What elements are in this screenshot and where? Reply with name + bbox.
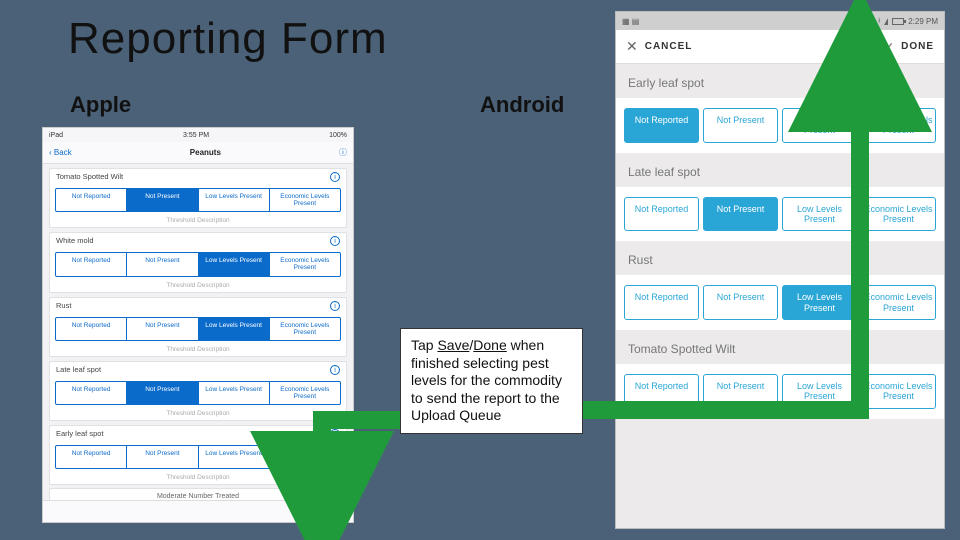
- level-option[interactable]: Low Levels Present: [199, 189, 270, 211]
- level-option[interactable]: Not Present: [127, 382, 198, 404]
- ios-status-time: 3:55 PM: [183, 132, 209, 139]
- level-chip[interactable]: Low Levels Present: [782, 108, 857, 143]
- threshold-label: Threshold Description: [50, 474, 346, 484]
- level-chip[interactable]: Low Levels Present: [782, 374, 857, 409]
- level-option[interactable]: Economic Levels Present: [270, 253, 340, 275]
- pest-group: White mold i Not ReportedNot PresentLow Le…: [49, 232, 347, 292]
- pest-name: Early leaf spot: [56, 429, 104, 439]
- done-button[interactable]: DONE: [901, 41, 934, 52]
- threshold-label: Threshold Description: [50, 346, 346, 356]
- pest-group: Early leaf spot i Not ReportedNot PresentL…: [49, 425, 347, 485]
- android-top-bar: ✕ CANCEL ✓ DONE: [616, 30, 944, 64]
- info-icon[interactable]: i: [330, 236, 340, 246]
- apple-screenshot: iPad 3:55 PM 100% ‹ Back Peanuts ⓘ Tomat…: [43, 128, 353, 522]
- ios-bottom-bar: Save: [43, 500, 353, 522]
- level-segmented-control[interactable]: Not ReportedNot PresentLow Levels Presen…: [55, 317, 341, 341]
- level-option[interactable]: Not Reported: [56, 446, 127, 468]
- save-button[interactable]: Save: [322, 507, 343, 517]
- battery-icon: [892, 18, 904, 25]
- level-option[interactable]: Low Levels Present: [199, 446, 270, 468]
- android-screenshot: ▦ ▤ ⟊ 2:29 PM ✕ CANCEL ✓ DONE Early leaf…: [616, 12, 944, 528]
- level-segmented-control[interactable]: Not ReportedNot PresentLow Levels Presen…: [55, 445, 341, 469]
- level-chip[interactable]: Not Present: [703, 197, 778, 232]
- level-option[interactable]: Not Present: [127, 446, 198, 468]
- back-label: Back: [54, 148, 72, 157]
- info-icon[interactable]: i: [330, 365, 340, 375]
- level-option[interactable]: Low Levels Present: [199, 318, 270, 340]
- info-icon[interactable]: ⓘ: [339, 147, 347, 158]
- info-icon[interactable]: i: [330, 429, 340, 439]
- ios-status-carrier: iPad: [49, 132, 63, 139]
- level-option[interactable]: Economic Levels Present: [270, 446, 340, 468]
- level-chip-row: Not ReportedNot PresentLow Levels Presen…: [616, 187, 944, 242]
- level-option[interactable]: Not Reported: [56, 189, 127, 211]
- level-chip[interactable]: Not Present: [703, 108, 778, 143]
- instruction-callout: Tap Save/Done when finished selecting pe…: [400, 328, 583, 434]
- level-chip[interactable]: Economic Levels Present: [861, 285, 936, 320]
- ios-status-bar: iPad 3:55 PM 100%: [43, 128, 353, 142]
- slide-title: Reporting Form: [68, 14, 388, 64]
- ios-nav-bar: ‹ Back Peanuts ⓘ: [43, 142, 353, 164]
- level-option[interactable]: Not Reported: [56, 253, 127, 275]
- ios-screen-title: Peanuts: [190, 148, 221, 157]
- pest-name: White mold: [56, 236, 94, 246]
- pest-section-label: Late leaf spot: [616, 153, 944, 187]
- android-heading: Android: [480, 92, 564, 118]
- pest-section-label: Rust: [616, 241, 944, 275]
- level-chip-row: Not ReportedNot PresentLow Levels Presen…: [616, 275, 944, 330]
- level-chip[interactable]: Not Reported: [624, 285, 699, 320]
- level-chip-row: Not ReportedNot PresentLow Levels Presen…: [616, 98, 944, 153]
- pest-section-label: Tomato Spotted Wilt: [616, 330, 944, 364]
- level-option[interactable]: Low Levels Present: [199, 253, 270, 275]
- android-status-time: 2:29 PM: [908, 17, 938, 26]
- signal-icon: [884, 18, 888, 25]
- level-option[interactable]: Not Present: [127, 189, 198, 211]
- info-icon[interactable]: i: [330, 301, 340, 311]
- level-option[interactable]: Low Levels Present: [199, 382, 270, 404]
- threshold-label: Threshold Description: [50, 282, 346, 292]
- level-option[interactable]: Not Reported: [56, 318, 127, 340]
- level-option[interactable]: Not Reported: [56, 382, 127, 404]
- level-chip[interactable]: Not Present: [703, 285, 778, 320]
- level-option[interactable]: Not Present: [127, 318, 198, 340]
- back-button[interactable]: ‹ Back: [49, 148, 72, 157]
- level-chip[interactable]: Low Levels Present: [782, 197, 857, 232]
- ios-status-battery: 100%: [329, 132, 347, 139]
- pest-group: Rust i Not ReportedNot PresentLow Levels P…: [49, 297, 347, 357]
- level-chip[interactable]: Economic Levels Present: [861, 374, 936, 409]
- info-icon[interactable]: i: [330, 172, 340, 182]
- threshold-label: Threshold Description: [50, 410, 346, 420]
- level-segmented-control[interactable]: Not ReportedNot PresentLow Levels Presen…: [55, 381, 341, 405]
- check-icon[interactable]: ✓: [884, 40, 895, 54]
- level-chip[interactable]: Low Levels Present: [782, 285, 857, 320]
- pest-name: Tomato Spotted Wilt: [56, 172, 123, 182]
- level-chip[interactable]: Not Reported: [624, 374, 699, 409]
- pest-group: Late leaf spot i Not ReportedNot PresentLo…: [49, 361, 347, 421]
- apple-heading: Apple: [70, 92, 131, 118]
- threshold-label: Threshold Description: [50, 217, 346, 227]
- pest-name: Rust: [56, 301, 71, 311]
- callout-text: Tap Save/Done when finished selecting pe…: [411, 337, 562, 423]
- pest-section-label: Early leaf spot: [616, 64, 944, 98]
- pest-name: Late leaf spot: [56, 365, 101, 375]
- android-status-left-icons: ▦ ▤: [622, 17, 639, 26]
- level-chip[interactable]: Not Reported: [624, 197, 699, 232]
- level-option[interactable]: Not Present: [127, 253, 198, 275]
- close-icon[interactable]: ✕: [626, 38, 639, 55]
- level-option[interactable]: Economic Levels Present: [270, 318, 340, 340]
- level-segmented-control[interactable]: Not ReportedNot PresentLow Levels Presen…: [55, 188, 341, 212]
- level-chip[interactable]: Economic Levels Present: [861, 108, 936, 143]
- level-chip[interactable]: Not Reported: [624, 108, 699, 143]
- level-chip-row: Not ReportedNot PresentLow Levels Presen…: [616, 364, 944, 419]
- level-chip[interactable]: Not Present: [703, 374, 778, 409]
- level-chip[interactable]: Economic Levels Present: [861, 197, 936, 232]
- wifi-icon: ⟊: [878, 16, 880, 26]
- level-segmented-control[interactable]: Not ReportedNot PresentLow Levels Presen…: [55, 252, 341, 276]
- level-option[interactable]: Economic Levels Present: [270, 189, 340, 211]
- android-status-bar: ▦ ▤ ⟊ 2:29 PM: [616, 12, 944, 30]
- level-option[interactable]: Economic Levels Present: [270, 382, 340, 404]
- pest-group: Tomato Spotted Wilt i Not ReportedNot Pres…: [49, 168, 347, 228]
- cancel-button[interactable]: CANCEL: [645, 41, 693, 52]
